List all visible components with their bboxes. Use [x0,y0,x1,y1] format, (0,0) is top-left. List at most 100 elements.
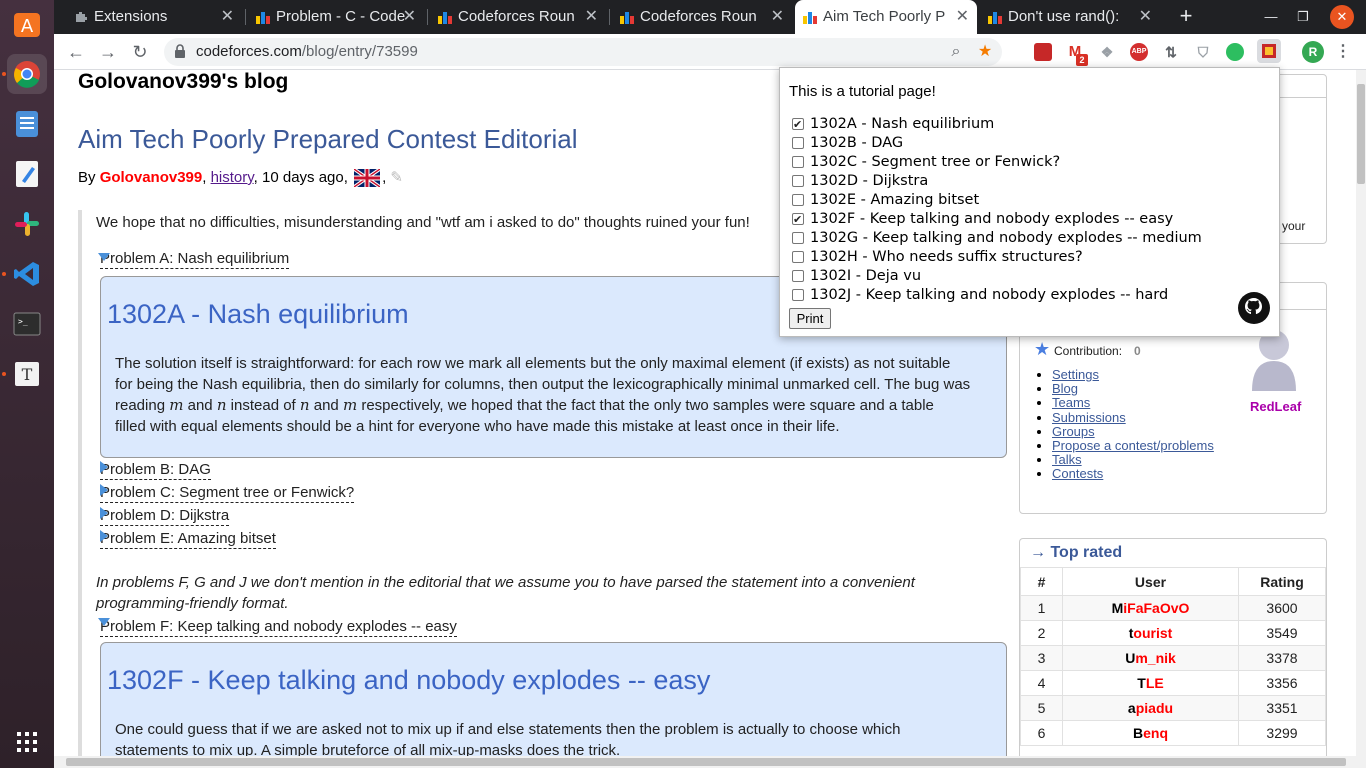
bookmark-star-icon[interactable]: ★ [975,42,995,62]
forward-arrow-icon[interactable]: → [96,40,120,64]
tab-codeforces-round-1[interactable]: Codeforces Roun ✕ [430,0,606,34]
tab-close-icon[interactable]: ✕ [221,0,234,34]
spoiler-problem-a[interactable]: Problem A: Nash equilibrium [100,250,290,269]
paperclip-icon[interactable]: ✎ [390,169,403,186]
checkbox[interactable] [792,289,804,301]
spoiler-problem-e[interactable]: Problem E: Amazing bitset [100,530,276,549]
history-link[interactable]: history [211,169,254,186]
checkbox[interactable] [792,232,804,244]
text-editor-icon[interactable] [7,154,47,194]
author-link[interactable]: Golovanov399 [100,169,203,186]
print-button[interactable]: Print [789,308,831,329]
evernote-icon[interactable] [1226,43,1244,61]
expand-triangle-icon[interactable] [98,253,110,261]
checkbox[interactable] [792,270,804,282]
slack-icon[interactable] [7,204,47,244]
zoom-icon[interactable]: ⌕ [946,42,966,62]
address-bar[interactable]: codeforces.com/blog/entry/73599 ⌕ ★ [164,38,1002,66]
top-rated-title[interactable]: → Top rated [1030,544,1122,562]
user-link[interactable]: MiFaFaOvO [1112,600,1190,616]
table-row: 5 apiadu 3351 [1020,695,1326,721]
maximize-button[interactable]: ❐ [1291,0,1315,34]
intro-text: We hope that no difficulties, misunderst… [96,214,750,231]
sidebar-link-submissions[interactable]: Submissions [1052,410,1126,425]
tab-close-icon[interactable]: ✕ [1139,0,1152,34]
box-f-text: One could guess that if we are asked not… [115,721,901,756]
checkbox[interactable] [792,251,804,263]
vertical-scrollbar[interactable] [1356,70,1366,756]
shield-extension-icon[interactable]: ⛉ [1194,43,1212,61]
collapsed-triangle-icon[interactable] [100,507,108,519]
adblock-icon[interactable]: ABP [1130,43,1148,61]
user-link[interactable]: TLE [1137,675,1163,691]
tab-codeforces-round-2[interactable]: Codeforces Roun ✕ [612,0,792,34]
dropbox-icon[interactable]: ❖ [1098,43,1116,61]
codeforces-icon [620,12,634,24]
blog-title: Golovanov399's blog [78,70,289,93]
tab-aim-tech-editorial[interactable]: Aim Tech Poorly P ✕ [795,0,977,34]
minimize-button[interactable]: — [1259,0,1283,34]
collapsed-triangle-icon[interactable] [100,461,108,473]
spoiler-problem-d[interactable]: Problem D: Dijkstra [100,507,230,526]
tutorial-extension-popup: This is a tutorial page! 1302A - Nash eq… [779,67,1280,337]
checkbox[interactable] [792,156,804,168]
sidebar-link-groups[interactable]: Groups [1052,424,1095,439]
checkbox[interactable] [792,210,804,229]
entry-title[interactable]: Aim Tech Poorly Prepared Contest Editori… [78,124,578,155]
box-a-heading: 1302A - Nash equilibrium [107,299,409,329]
back-arrow-icon[interactable]: ← [64,40,88,64]
tool-extension-icon[interactable]: ⇅ [1162,43,1180,61]
profile-avatar[interactable]: R [1302,41,1324,63]
tab-close-icon[interactable]: ✕ [771,0,784,34]
username-link[interactable]: RedLeaf [1250,399,1301,414]
user-link[interactable]: Benq [1133,725,1168,741]
sidebar-link-settings[interactable]: Settings [1052,367,1099,382]
menu-icon[interactable]: ⋮ [1334,43,1352,61]
checkbox[interactable] [792,115,804,134]
github-icon[interactable] [1238,292,1270,324]
sidebar-link-blog[interactable]: Blog [1052,381,1078,396]
sidebar-link-contests[interactable]: Contests [1052,466,1103,481]
collapsed-triangle-icon[interactable] [100,484,108,496]
spoiler-problem-c[interactable]: Problem C: Segment tree or Fenwick? [100,484,355,503]
collapsed-triangle-icon[interactable] [100,530,108,542]
user-link[interactable]: tourist [1129,625,1173,641]
user-link[interactable]: apiadu [1128,700,1173,716]
chrome-icon[interactable] [7,54,47,94]
typora-icon[interactable]: T [7,354,47,394]
codeforces-icon [803,12,817,24]
browser-toolbar: ← → ↻ codeforces.com/blog/entry/73599 ⌕ … [54,34,1366,70]
new-tab-button[interactable]: + [1171,0,1201,34]
sidebar-link-propose[interactable]: Propose a contest/problems [1052,438,1214,453]
expand-triangle-icon[interactable] [98,618,110,626]
vscode-icon[interactable] [7,254,47,294]
spoiler-problem-f[interactable]: Problem F: Keep talking and nobody explo… [100,618,457,637]
checkbox[interactable] [792,137,804,149]
horizontal-scroll-thumb[interactable] [66,758,1346,766]
tab-close-icon[interactable]: ✕ [956,0,969,34]
checkbox[interactable] [792,175,804,187]
software-center-icon[interactable]: A [7,4,47,44]
files-icon[interactable] [7,104,47,144]
terminal-icon[interactable]: >_ [7,304,47,344]
tab-close-icon[interactable]: ✕ [585,0,598,34]
show-applications-icon[interactable] [7,722,47,762]
tab-extensions[interactable]: Extensions ✕ [66,0,242,34]
tab-close-icon[interactable]: ✕ [403,0,416,34]
checkbox[interactable] [792,194,804,206]
url-domain: codeforces.com [196,43,302,60]
sidebar-link-talks[interactable]: Talks [1052,452,1082,467]
bookmark-manager-icon[interactable] [1034,43,1052,61]
sidebar-link-teams[interactable]: Teams [1052,395,1090,410]
close-window-button[interactable]: ✕ [1330,5,1354,29]
reload-icon[interactable]: ↻ [128,40,152,64]
svg-text:A: A [21,16,34,37]
tab-dont-use-rand[interactable]: Don't use rand(): ✕ [980,0,1160,34]
vertical-scroll-thumb[interactable] [1357,84,1365,184]
tab-problem-c[interactable]: Problem - C - Code ✕ [248,0,424,34]
tutorial-extension-icon[interactable] [1257,39,1281,63]
spoiler-problem-b[interactable]: Problem B: DAG [100,461,211,480]
user-link[interactable]: Um_nik [1125,650,1176,666]
byline: By Golovanov399, history, 10 days ago, ,… [78,169,403,188]
horizontal-scrollbar[interactable] [54,756,1366,768]
